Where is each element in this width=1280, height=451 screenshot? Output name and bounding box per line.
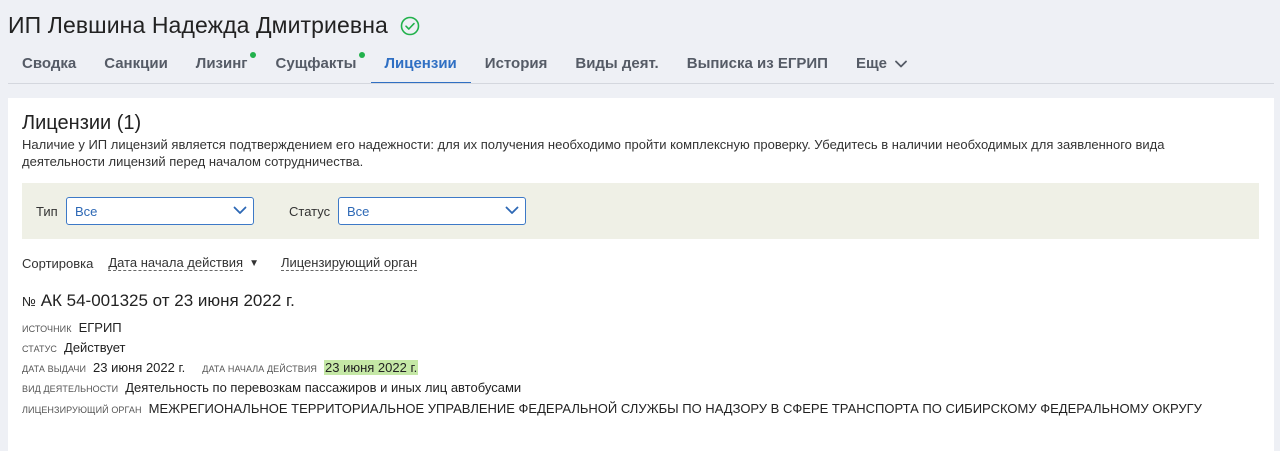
license-dates: дата выдачи 23 июня 2022 г. дата начала … xyxy=(22,360,419,375)
tab-activity-types[interactable]: Виды деят. xyxy=(561,44,672,83)
tab-label: Лизинг xyxy=(195,55,248,72)
field-label: лицензирующий орган xyxy=(22,405,142,415)
number-sign: № xyxy=(22,294,36,309)
tab-material-facts[interactable]: Сущфакты xyxy=(262,44,371,83)
tab-summary[interactable]: Сводка xyxy=(8,44,90,83)
new-indicator-dot xyxy=(358,52,365,58)
field-label: статус xyxy=(22,344,58,354)
title-row: ИП Левшина Надежда Дмитриевна xyxy=(8,12,420,39)
license-activity: вид деятельности Деятельность по перевоз… xyxy=(22,380,521,395)
field-label: дата начала действия xyxy=(202,364,317,374)
tab-licenses[interactable]: Лицензии xyxy=(370,44,472,84)
license-title[interactable]: № АК 54-001325 от 23 июня 2022 г. xyxy=(22,291,295,311)
type-filter-label: Тип xyxy=(36,204,58,219)
tab-more[interactable]: Еще xyxy=(842,44,921,83)
license-number: АК 54-001325 от 23 июня 2022 г. xyxy=(40,291,295,310)
tab-label: Сводка xyxy=(22,55,77,72)
status-filter-label: Статус xyxy=(289,204,331,219)
verified-check-icon xyxy=(400,16,420,36)
field-value: Действует xyxy=(64,340,126,355)
tab-bar: Сводка Санкции Лизинг Сущфакты Лицензии … xyxy=(8,44,921,84)
type-select[interactable]: Все xyxy=(66,197,254,225)
new-indicator-dot xyxy=(249,52,256,58)
sort-by-start-date[interactable]: Дата начала действия xyxy=(108,255,244,271)
field-value: Деятельность по перевозкам пассажиров и … xyxy=(125,380,522,395)
tab-label: Виды деят. xyxy=(575,55,659,72)
tab-label: Выписка из ЕГРИП xyxy=(686,55,828,72)
sort-row: Сортировка Дата начала действия ▼ Лиценз… xyxy=(22,255,418,271)
sort-by-authority[interactable]: Лицензирующий орган xyxy=(280,255,418,271)
tab-egrip-extract[interactable]: Выписка из ЕГРИП xyxy=(673,44,842,83)
header: ИП Левшина Надежда Дмитриевна Сводка Сан… xyxy=(0,0,1280,84)
status-select[interactable]: Все xyxy=(338,197,526,225)
field-value: ЕГРИП xyxy=(78,320,122,335)
sort-desc-arrow-icon: ▼ xyxy=(249,257,259,269)
filter-bar: Тип Все Статус Все xyxy=(22,183,1259,239)
tab-label: Санкции xyxy=(104,55,168,72)
tab-label: История xyxy=(484,55,548,72)
header-divider xyxy=(8,83,1274,84)
field-value: МЕЖРЕГИОНАЛЬНОЕ ТЕРРИТОРИАЛЬНОЕ УПРАВЛЕН… xyxy=(148,401,1202,416)
license-status: статус Действует xyxy=(22,340,126,355)
tab-label: Лицензии xyxy=(384,55,457,72)
tab-history[interactable]: История xyxy=(471,44,562,83)
page-title: ИП Левшина Надежда Дмитриевна xyxy=(8,12,388,38)
license-authority: лицензирующий орган МЕЖРЕГИОНАЛЬНОЕ ТЕРР… xyxy=(22,401,1202,416)
tab-leasing[interactable]: Лизинг xyxy=(182,44,262,83)
tab-label: Еще xyxy=(855,55,887,72)
section-title: Лицензии (1) xyxy=(22,112,142,134)
type-select-value: Все xyxy=(75,203,98,219)
start-date: 23 июня 2022 г. xyxy=(324,360,419,375)
issue-date: 23 июня 2022 г. xyxy=(93,360,186,375)
license-source: источник ЕГРИП xyxy=(22,320,122,335)
sort-label: Сортировка xyxy=(22,255,94,271)
section-description: Наличие у ИП лицензий является подтвержд… xyxy=(22,137,1165,169)
chevron-down-icon xyxy=(895,60,907,67)
status-select-value: Все xyxy=(347,203,370,219)
chevron-down-icon xyxy=(233,206,247,214)
tab-sanctions[interactable]: Санкции xyxy=(90,44,182,83)
field-label: источник xyxy=(22,324,72,334)
field-label: вид деятельности xyxy=(22,384,119,394)
field-label: дата выдачи xyxy=(22,364,87,374)
tab-label: Сущфакты xyxy=(275,55,357,72)
licenses-card: Лицензии (1) Наличие у ИП лицензий являе… xyxy=(8,98,1274,451)
chevron-down-icon xyxy=(505,206,519,214)
